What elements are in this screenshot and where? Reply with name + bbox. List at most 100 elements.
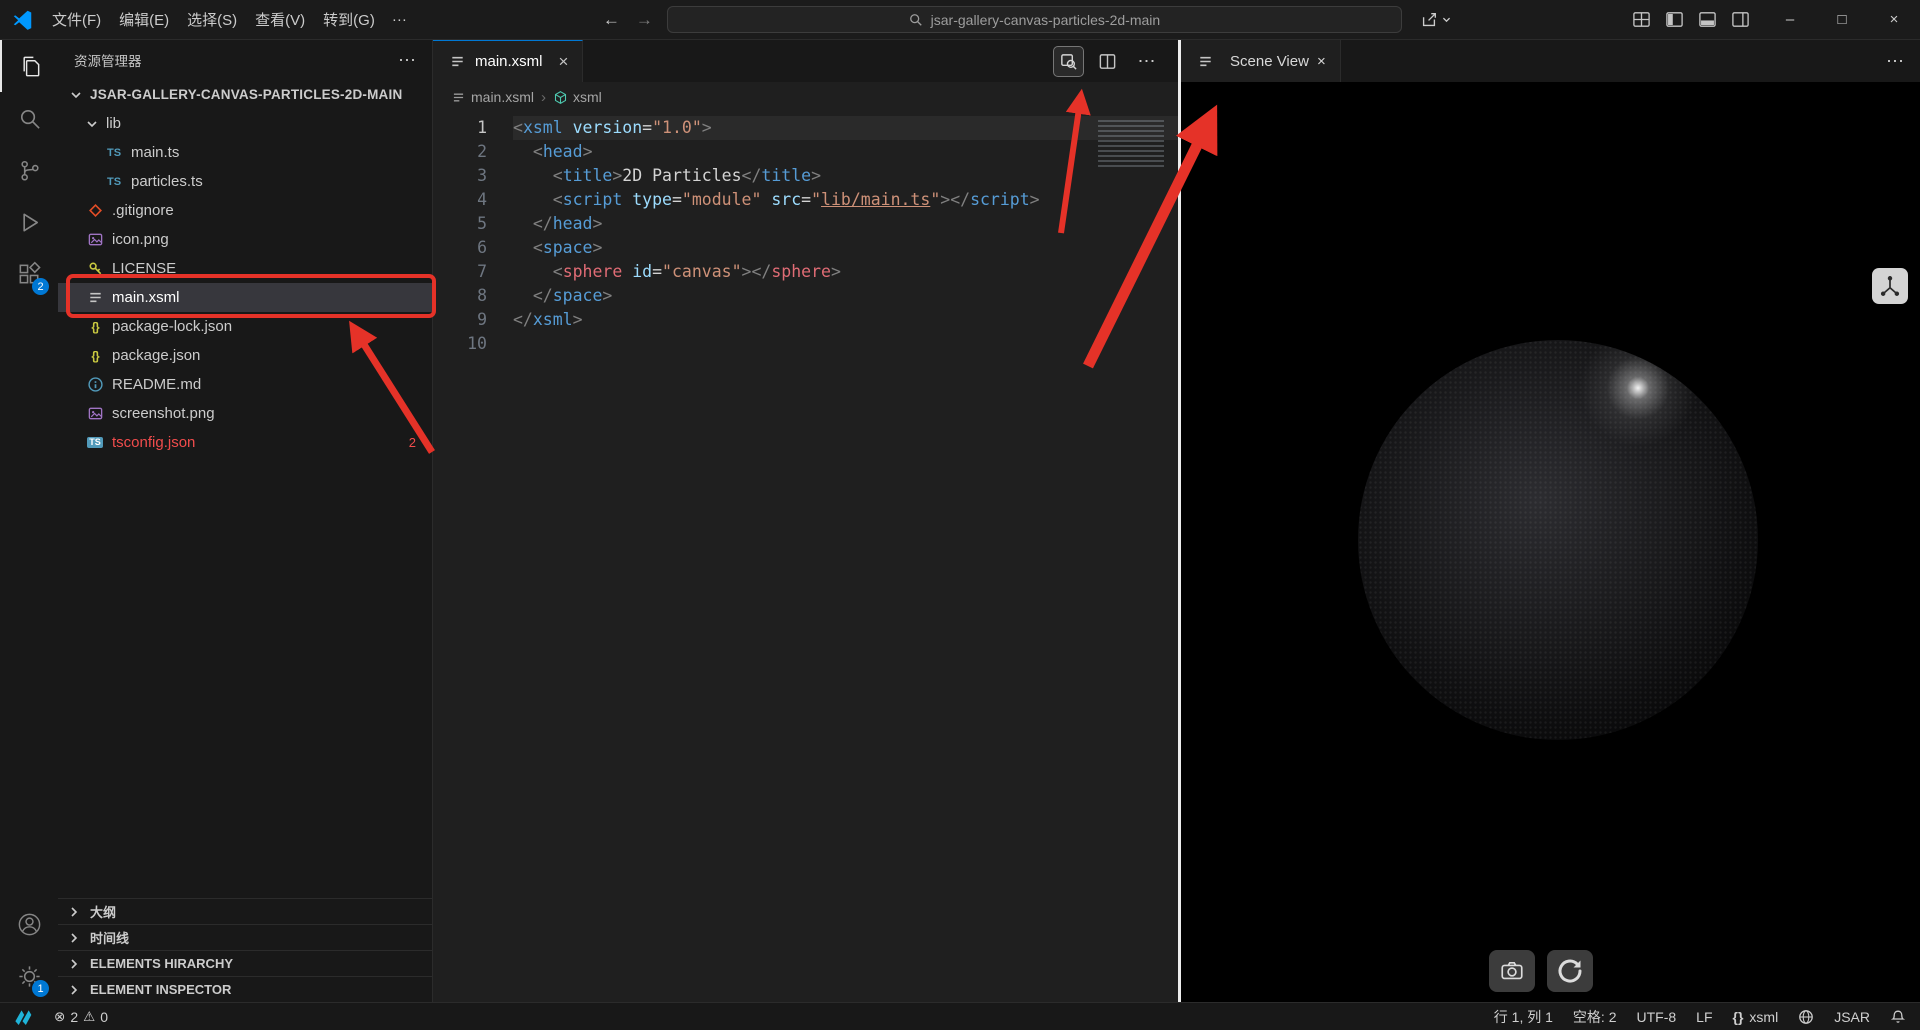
status-item-eol[interactable]: LF (1696, 1009, 1712, 1025)
tab-main-xsml[interactable]: main.xsml × (433, 40, 583, 82)
status-item-notifications[interactable] (1890, 1009, 1906, 1025)
menu-item-4[interactable]: 转到(G) (314, 4, 384, 35)
status-item-browser-preview[interactable] (1798, 1009, 1814, 1025)
scene-view-icon (1195, 53, 1215, 70)
file-label: main.xsml (112, 289, 180, 306)
code-line-1[interactable]: <xsml version="1.0"> (513, 116, 1178, 140)
code-line-8[interactable]: </space> (513, 284, 1178, 308)
extensions-activity-button[interactable]: 2 (0, 248, 58, 300)
files-icon (16, 53, 43, 80)
share-icon (1420, 11, 1438, 29)
vscode-logo-icon (12, 9, 33, 30)
status-item-indentation[interactable]: 空格: 2 (1573, 1007, 1617, 1027)
tree-item-package-json[interactable]: {}package.json (58, 341, 432, 370)
explorer-root-folder[interactable]: JSAR-GALLERY-CANVAS-PARTICLES-2D-MAIN (58, 80, 432, 109)
search-activity-button[interactable] (0, 92, 58, 144)
scene-3d-viewport[interactable] (1181, 82, 1920, 1002)
code-line-4[interactable]: <script type="module" src="lib/main.ts">… (513, 188, 1178, 212)
customize-layout-button[interactable] (1632, 10, 1651, 29)
toggle-secondary-sidebar-button[interactable] (1731, 10, 1750, 29)
tree-item-license[interactable]: LICENSE (58, 254, 432, 283)
problems-status[interactable]: ⊗ 2 ⚠ 0 (44, 1003, 118, 1030)
source-control-icon (16, 157, 43, 184)
tree-item-package-lock-json[interactable]: {}package-lock.json (58, 312, 432, 341)
license-file-icon (85, 260, 105, 277)
editor-tab-bar: main.xsml × ⋯ (433, 40, 1178, 82)
toggle-primary-sidebar-button[interactable] (1665, 10, 1684, 29)
settings-button[interactable]: 1 (0, 950, 58, 1002)
tree-item-tsconfig-json[interactable]: TStsconfig.json2 (58, 428, 432, 457)
search-icon (909, 13, 923, 27)
status-item-cursor-position[interactable]: 行 1, 列 1 (1494, 1007, 1553, 1027)
capture-screenshot-button[interactable] (1489, 950, 1535, 992)
maximize-button[interactable]: □ (1816, 0, 1868, 40)
menu-item-1[interactable]: 编辑(E) (110, 4, 178, 35)
workbench: 2 1 资源管理器 ⋯ JSAR-GALLERY-CANVAS-PARTICLE… (0, 40, 1920, 1002)
tree-item-screenshot-png[interactable]: screenshot.png (58, 399, 432, 428)
close-button[interactable]: × (1868, 0, 1920, 40)
code-line-9[interactable]: </xsml> (513, 308, 1178, 332)
tree-item-icon-png[interactable]: icon.png (58, 225, 432, 254)
open-scene-view-button[interactable] (1053, 46, 1084, 77)
breadcrumb-symbol[interactable]: xsml (553, 89, 602, 105)
code-editor[interactable]: 12345678910 <xsml version="1.0"> <head> … (433, 112, 1178, 1002)
tab-scene-view[interactable]: Scene View × (1181, 40, 1341, 82)
breadcrumb-file[interactable]: main.xsml (451, 89, 534, 105)
section-label: 大纲 (90, 902, 116, 921)
code-line-5[interactable]: </head> (513, 212, 1178, 236)
source-control-activity-button[interactable] (0, 144, 58, 196)
status-label: UTF-8 (1637, 1009, 1677, 1025)
sidebar-section-3[interactable]: ELEMENT INSPECTOR (58, 976, 432, 1002)
menu-item-3[interactable]: 查看(V) (246, 4, 314, 35)
vscode-window: 文件(F)编辑(E)选择(S)查看(V)转到(G) ··· ← → jsar-g… (0, 0, 1920, 1030)
tree-item-readme-md[interactable]: README.md (58, 370, 432, 399)
code-line-10[interactable] (513, 332, 1178, 356)
code-line-3[interactable]: <title>2D Particles</title> (513, 164, 1178, 188)
command-center-search[interactable]: jsar-gallery-canvas-particles-2d-main (667, 6, 1402, 33)
status-label: xsml (1749, 1009, 1778, 1025)
status-item-jsar-brand[interactable]: JSAR (1834, 1009, 1870, 1025)
sidebar-title: 资源管理器 (74, 50, 142, 70)
tree-item-main-ts[interactable]: TSmain.ts (58, 138, 432, 167)
axes-gizmo-button[interactable] (1872, 268, 1908, 304)
scene-tab-close-button[interactable]: × (1317, 53, 1326, 70)
tree-item-particles-ts[interactable]: TSparticles.ts (58, 167, 432, 196)
tree-item-main-xsml[interactable]: main.xsml (58, 283, 432, 312)
account-button[interactable] (0, 898, 58, 950)
back-button[interactable]: ← (595, 10, 628, 30)
status-item-language-mode[interactable]: {}xsml (1733, 1009, 1779, 1025)
run-debug-activity-button[interactable] (0, 196, 58, 248)
file-file-icon (85, 289, 105, 306)
explorer-activity-button[interactable] (0, 40, 58, 92)
status-item-encoding[interactable]: UTF-8 (1637, 1009, 1677, 1025)
sidebar-section-0[interactable]: 大纲 (58, 898, 432, 924)
menu-overflow-button[interactable]: ··· (384, 6, 415, 33)
menu-item-0[interactable]: 文件(F) (43, 4, 110, 35)
chevron-right-icon (64, 930, 84, 946)
tab-close-button[interactable]: × (559, 52, 569, 72)
code-line-6[interactable]: <space> (513, 236, 1178, 260)
editor-more-actions-button[interactable]: ⋯ (1131, 46, 1162, 77)
explorer-more-actions-button[interactable]: ⋯ (398, 50, 416, 71)
scene-more-actions-button[interactable]: ⋯ (1886, 51, 1920, 72)
code-line-2[interactable]: <head> (513, 140, 1178, 164)
tree-item-lib[interactable]: lib (58, 109, 432, 138)
tab-label: main.xsml (475, 53, 543, 70)
warning-count: 0 (100, 1009, 108, 1025)
split-editor-button[interactable] (1092, 46, 1123, 77)
forward-button[interactable]: → (628, 10, 661, 30)
toggle-panel-button[interactable] (1698, 10, 1717, 29)
menu-item-2[interactable]: 选择(S) (178, 4, 246, 35)
reset-rotate-button[interactable] (1547, 950, 1593, 992)
layout-share-dropdown-button[interactable] (1420, 11, 1452, 29)
minimap[interactable] (1098, 120, 1164, 170)
sidebar-section-2[interactable]: ELEMENTS HIRARCHY (58, 950, 432, 976)
sidebar-section-1[interactable]: 时间线 (58, 924, 432, 950)
status-label: 空格: 2 (1573, 1007, 1617, 1027)
minimize-button[interactable]: – (1764, 0, 1816, 40)
code-line-7[interactable]: <sphere id="canvas"></sphere> (513, 260, 1178, 284)
tree-item--gitignore[interactable]: .gitignore (58, 196, 432, 225)
remote-indicator[interactable] (0, 1003, 44, 1030)
file-label: LICENSE (112, 260, 176, 277)
extensions-badge: 2 (32, 278, 49, 295)
